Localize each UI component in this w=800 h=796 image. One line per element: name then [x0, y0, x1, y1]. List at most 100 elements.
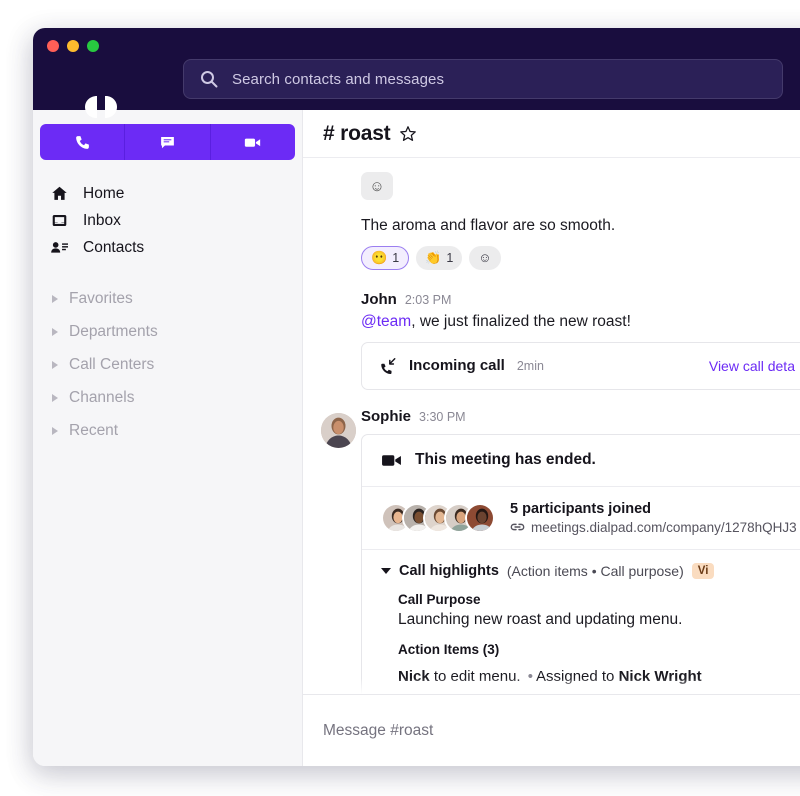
sidebar-group-label: Recent	[69, 421, 119, 439]
call-highlights-subtitle: (Action items • Call purpose)	[506, 563, 684, 580]
search-input[interactable]: Search contacts and messages	[183, 59, 783, 99]
sidebar-group-favorites[interactable]: Favorites	[33, 282, 302, 315]
view-call-details-link[interactable]: View call deta	[709, 358, 795, 374]
page-title: # roast	[323, 121, 391, 145]
vi-badge: Vi	[691, 562, 715, 580]
reaction-bar: 😶 1 👏 1 ☺	[361, 245, 800, 270]
participant-avatars	[381, 502, 495, 533]
call-highlights-section: Call highlights (Action items • Call pur…	[362, 550, 800, 694]
reaction-chip[interactable]: 👏 1	[416, 245, 463, 270]
quick-action-row	[40, 124, 295, 160]
smiley-icon: ☺	[478, 250, 492, 266]
message-sophie: Sophie 3:30 PM This meeting has ended. 5…	[303, 408, 800, 694]
call-card-title: Incoming call	[409, 357, 505, 375]
message-list[interactable]: ☺ The aroma and flavor are so smooth. 😶 …	[303, 158, 800, 694]
message-composer[interactable]: Message #roast	[303, 694, 800, 766]
main-panel: # roast ☺ The aroma and flavor are so sm…	[303, 110, 800, 766]
dialpad-logo-icon	[83, 94, 119, 120]
sidebar-item-label: Inbox	[83, 211, 121, 229]
action-items-block: Action Items (3) Nick to edit menu. • Ass…	[381, 642, 793, 694]
reaction-emoji: 👏	[425, 249, 442, 265]
action-item-text: to edit menu.	[429, 668, 525, 686]
message-first: ☺ The aroma and flavor are so smooth. 😶 …	[303, 172, 800, 270]
reaction-count: 1	[392, 250, 400, 265]
call-purpose-block: Call Purpose Launching new roast and upd…	[381, 592, 793, 629]
call-button[interactable]	[40, 124, 126, 160]
call-purpose-text: Launching new roast and updating menu.	[398, 611, 683, 629]
message-timestamp: 3:30 PM	[419, 409, 466, 424]
traffic-lights	[47, 40, 99, 52]
chat-icon	[161, 136, 174, 148]
chevron-right-icon	[52, 294, 58, 303]
app-window: Search contacts and messages Home Inbox …	[33, 28, 800, 766]
search-icon	[201, 71, 218, 88]
participants-row: 5 participants joined meetings.dialpad.c…	[362, 487, 800, 550]
call-duration: 2min	[516, 358, 544, 373]
star-icon[interactable]	[399, 125, 417, 143]
sidebar-divider-space	[33, 261, 302, 282]
mention-link[interactable]: @team	[361, 313, 411, 330]
sidebar-item-home[interactable]: Home	[33, 180, 302, 207]
action-item-subject: Nick	[398, 668, 430, 686]
minimize-window-button[interactable]	[67, 40, 79, 52]
meeting-url[interactable]: meetings.dialpad.com/company/1278hQHJ3	[531, 520, 797, 535]
participants-info: 5 participants joined meetings.dialpad.c…	[510, 501, 797, 535]
call-highlights-title: Call highlights	[399, 563, 499, 580]
action-item-row: Nick to edit menu. • Assigned to Nick Wri…	[398, 668, 793, 685]
sidebar-item-label: Contacts	[83, 238, 145, 256]
reaction-count: 1	[446, 250, 454, 265]
maximize-window-button[interactable]	[87, 40, 99, 52]
chevron-down-icon[interactable]	[381, 568, 391, 575]
home-icon	[50, 185, 69, 202]
search-placeholder: Search contacts and messages	[232, 70, 445, 88]
phone-icon	[75, 135, 89, 149]
meeting-card: This meeting has ended. 5 participants j…	[361, 433, 800, 694]
reaction-emoji: 😶	[371, 249, 388, 265]
avatar	[321, 412, 356, 448]
incoming-call-card[interactable]: Incoming call 2min View call deta	[361, 341, 800, 390]
message-timestamp: 2:03 PM	[404, 292, 452, 307]
reaction-chip[interactable]: 😶 1	[361, 245, 410, 270]
message-text-rest: , we just finalized the new roast!	[411, 312, 631, 330]
close-window-button[interactable]	[47, 40, 59, 52]
bullet-separator: •	[527, 668, 534, 686]
meeting-ended-text: This meeting has ended.	[415, 451, 596, 469]
meeting-ended-row: This meeting has ended.	[362, 435, 800, 487]
action-items-label: Action Items (3)	[398, 642, 500, 658]
sidebar-group-label: Favorites	[69, 289, 133, 307]
call-purpose-label: Call Purpose	[398, 592, 481, 608]
chevron-right-icon	[52, 360, 58, 369]
call-highlights-header[interactable]: Call highlights (Action items • Call pur…	[381, 562, 793, 580]
video-icon	[245, 138, 261, 147]
add-reaction-button[interactable]: ☺	[469, 245, 501, 270]
message-button[interactable]	[125, 124, 211, 160]
inbox-icon	[50, 212, 69, 229]
message-meta: John 2:03 PM	[361, 291, 800, 308]
sidebar-group-channels[interactable]: Channels	[33, 381, 302, 414]
message-author: Sophie	[361, 407, 412, 425]
sidebar-group-label: Call Centers	[69, 355, 155, 373]
sidebar-group-departments[interactable]: Departments	[33, 315, 302, 348]
message-author: John	[361, 290, 397, 308]
message-text: @team, we just finalized the new roast!	[361, 312, 800, 333]
assignee-name: Nick Wright	[618, 668, 702, 686]
composer-placeholder: Message #roast	[323, 721, 434, 739]
meeting-url-row[interactable]: meetings.dialpad.com/company/1278hQHJ3	[510, 520, 797, 535]
sidebar-group-recent[interactable]: Recent	[33, 414, 302, 447]
sidebar-group-call-centers[interactable]: Call Centers	[33, 348, 302, 381]
titlebar: Search contacts and messages	[33, 28, 800, 118]
emoji-reaction-bubble[interactable]: ☺	[361, 172, 393, 200]
message-meta: Sophie 3:30 PM	[361, 408, 800, 425]
incoming-call-icon	[381, 357, 396, 374]
sidebar-group-label: Departments	[69, 322, 158, 340]
chevron-right-icon	[52, 426, 58, 435]
sidebar-group-label: Channels	[69, 388, 135, 406]
sidebar-item-inbox[interactable]: Inbox	[33, 207, 302, 234]
video-button[interactable]	[210, 124, 295, 160]
channel-header: # roast	[303, 110, 800, 158]
chevron-right-icon	[52, 393, 58, 402]
sidebar-item-contacts[interactable]: Contacts	[33, 234, 302, 261]
assignee-prefix: Assigned to	[536, 668, 619, 686]
avatar	[465, 502, 495, 533]
video-camera-icon	[382, 455, 401, 466]
